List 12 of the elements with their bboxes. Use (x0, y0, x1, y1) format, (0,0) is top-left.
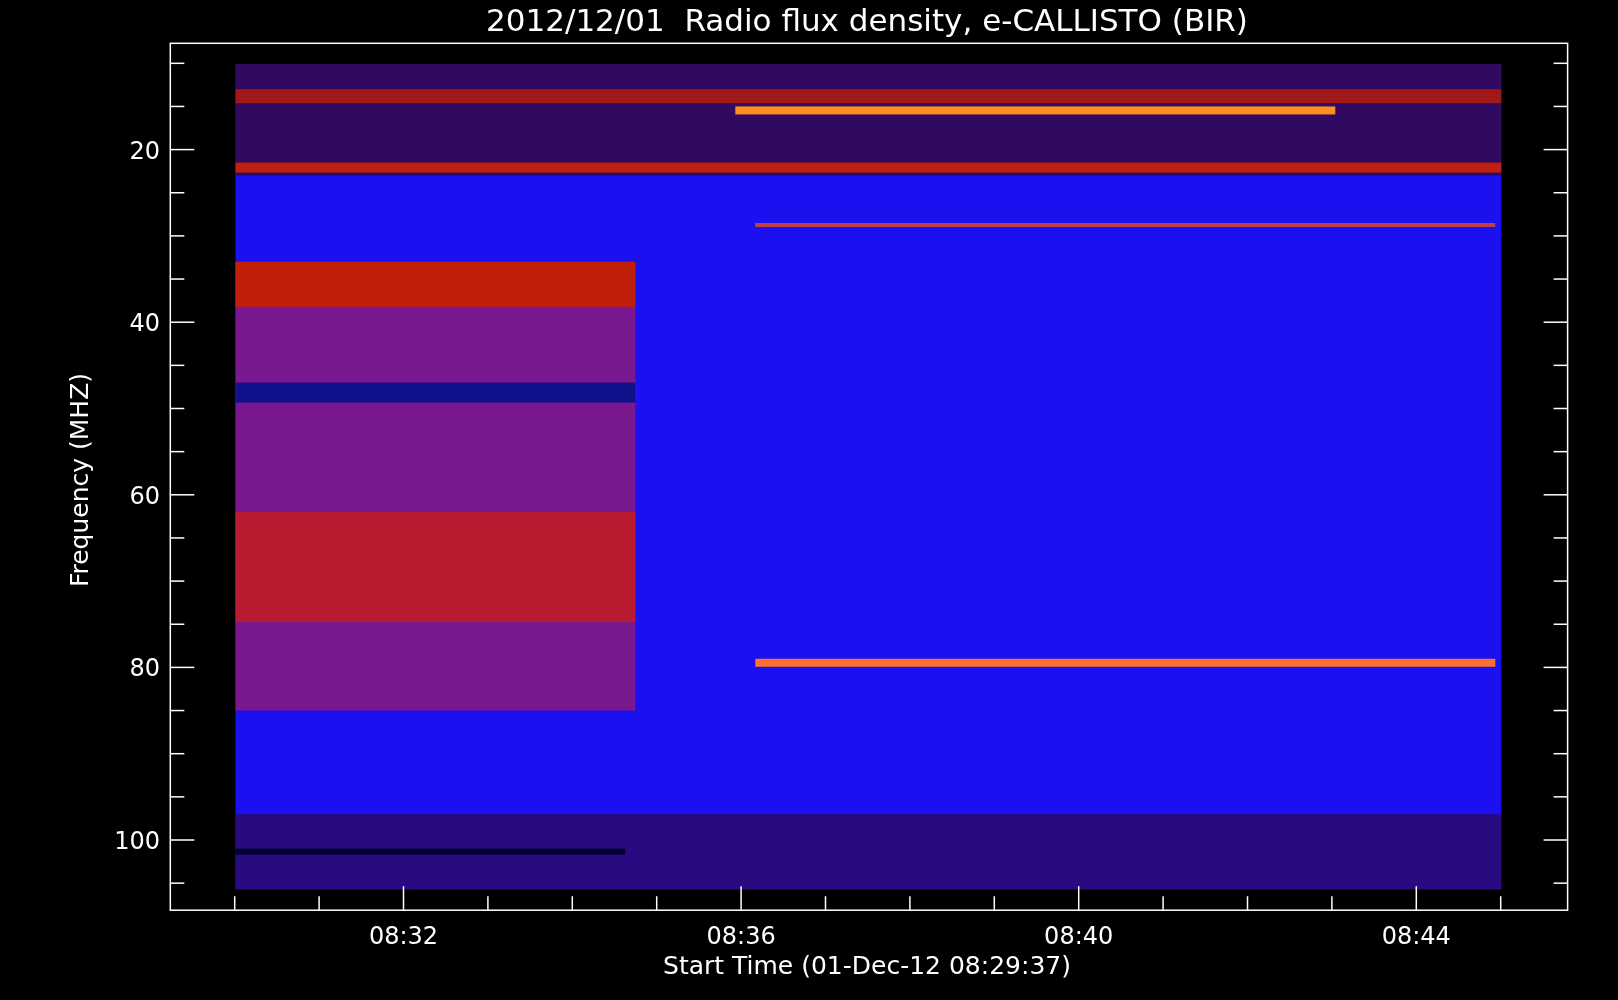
tick-label: 08:44 (1381, 922, 1451, 950)
tick-label: 08:36 (706, 922, 776, 950)
tick-label: 08:32 (368, 922, 439, 950)
axis-label: Frequency (MHZ) (65, 372, 94, 588)
tick-label: 08:40 (1044, 922, 1114, 950)
tick-label: 100 (114, 827, 160, 855)
plot-title: 2012/12/01 Radio flux density, e-CALLISTO (BIR) (486, 2, 1248, 38)
tick-label: 60 (129, 481, 160, 510)
tick-label: 80 (129, 654, 160, 683)
tick-label: 40 (129, 309, 160, 338)
axis-label: Start Time (01-Dec-12 08:29:37) (663, 951, 1071, 980)
tick-label: 20 (129, 136, 160, 165)
